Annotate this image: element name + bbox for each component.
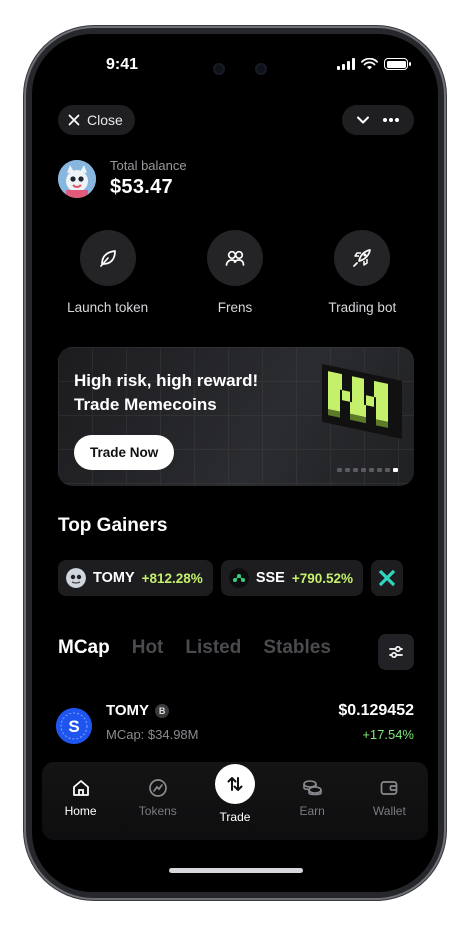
wifi-icon bbox=[361, 58, 378, 70]
close-label: Close bbox=[87, 112, 123, 128]
token-name: TOMY B bbox=[106, 702, 170, 719]
signal-icon bbox=[337, 58, 355, 70]
camera-lens-icon bbox=[255, 63, 267, 75]
tab-hot[interactable]: Hot bbox=[132, 637, 164, 659]
dynamic-island bbox=[177, 52, 295, 86]
market-tabs: MCap Hot Listed Stables bbox=[58, 637, 414, 659]
frens-label: Frens bbox=[217, 300, 253, 315]
gainer-symbol: SSE bbox=[255, 570, 285, 586]
launch-token-action[interactable]: Launch token bbox=[48, 230, 168, 315]
svg-text:S: S bbox=[68, 717, 79, 736]
trading-bot-label: Trading bot bbox=[328, 300, 397, 315]
avatar-cat-icon bbox=[58, 159, 96, 198]
memecoin-art-icon bbox=[322, 363, 402, 439]
close-icon bbox=[68, 114, 80, 126]
trading-bot-button[interactable] bbox=[334, 230, 391, 286]
coins-icon bbox=[303, 780, 322, 796]
trade-button[interactable] bbox=[214, 764, 255, 804]
launch-token-label: Launch token bbox=[67, 300, 149, 315]
balance-amount: $53.47 bbox=[110, 176, 173, 198]
quick-actions: Launch token Frens Trading bot bbox=[32, 230, 438, 315]
gainer-change: +790.52% bbox=[291, 570, 354, 586]
gainer-chip[interactable] bbox=[371, 560, 404, 596]
chevron-down-icon[interactable] bbox=[356, 115, 370, 125]
nav-home[interactable]: Home bbox=[46, 778, 116, 840]
wallet-icon bbox=[380, 781, 398, 795]
tab-listed[interactable]: Listed bbox=[185, 637, 241, 659]
nav-trade[interactable]: Trade bbox=[200, 764, 270, 840]
tab-stables[interactable]: Stables bbox=[263, 637, 331, 659]
banner-pagination bbox=[337, 468, 398, 472]
status-time: 9:41 bbox=[105, 56, 139, 73]
home-icon bbox=[72, 780, 89, 796]
top-gainers-title: Top Gainers bbox=[58, 515, 168, 536]
close-button[interactable]: Close bbox=[58, 105, 135, 135]
tab-mcap[interactable]: MCap bbox=[58, 637, 110, 659]
home-indicator[interactable] bbox=[169, 868, 303, 873]
users-icon bbox=[225, 250, 245, 266]
bottom-nav: Home Tokens Trade Earn Wallet bbox=[42, 762, 428, 840]
app-screen: 9:41 Close Total balance $53.47 Launch t… bbox=[32, 34, 438, 892]
gainer-change: +812.28% bbox=[141, 570, 203, 586]
gainer-symbol: TOMY bbox=[93, 570, 135, 586]
balance-label: Total balance bbox=[110, 158, 187, 173]
gainer-chip[interactable]: SSE +790.52% bbox=[220, 560, 364, 596]
tomy-token-icon: S bbox=[56, 708, 92, 744]
nav-wallet-label: Wallet bbox=[372, 804, 406, 818]
banner-subtitle: Trade Memecoins bbox=[74, 395, 217, 414]
frens-action[interactable]: Frens bbox=[175, 230, 295, 315]
launch-token-button[interactable] bbox=[79, 230, 136, 286]
swap-icon bbox=[227, 777, 243, 791]
nav-tokens[interactable]: Tokens bbox=[123, 778, 193, 840]
trade-now-button[interactable]: Trade Now bbox=[74, 435, 175, 470]
battery-icon bbox=[384, 58, 411, 70]
promo-banner[interactable]: High risk, high reward! Trade Memecoins … bbox=[58, 347, 414, 486]
trading-bot-action[interactable]: Trading bot bbox=[302, 230, 422, 315]
nav-earn-label: Earn bbox=[299, 804, 325, 818]
tomy-coin-icon bbox=[66, 568, 86, 588]
chain-badge: B bbox=[155, 703, 170, 718]
token-change: +17.54% bbox=[362, 727, 414, 742]
token-symbol: TOMY bbox=[106, 702, 150, 719]
nav-home-label: Home bbox=[64, 804, 97, 818]
nav-tokens-label: Tokens bbox=[138, 804, 177, 818]
token-row[interactable]: S TOMY B MCap: $34.98M $0.129452 +17.54% bbox=[56, 702, 414, 748]
token-mcap: MCap: $34.98M bbox=[106, 727, 199, 742]
frens-button[interactable] bbox=[206, 230, 263, 286]
nav-wallet[interactable]: Wallet bbox=[354, 778, 424, 840]
avatar[interactable] bbox=[58, 159, 96, 198]
header-menu bbox=[342, 105, 414, 135]
camera-lens-icon bbox=[213, 63, 225, 75]
filter-icon bbox=[389, 645, 403, 659]
leaf-icon bbox=[99, 250, 116, 267]
banner-title: High risk, high reward! bbox=[74, 371, 259, 390]
sse-coin-icon bbox=[228, 568, 249, 588]
top-gainers-list: TOMY +812.28% SSE +790.52% bbox=[58, 560, 404, 596]
gainer-chip[interactable]: TOMY +812.28% bbox=[58, 560, 213, 596]
tokens-icon bbox=[148, 779, 167, 797]
nav-trade-label: Trade bbox=[219, 810, 251, 824]
partial-coin-icon bbox=[378, 569, 396, 587]
balance-section: Total balance $53.47 bbox=[58, 158, 187, 199]
banner-headline: High risk, high reward! Trade Memecoins bbox=[74, 369, 294, 417]
rocket-icon bbox=[353, 249, 372, 267]
status-icons bbox=[337, 58, 411, 70]
token-price: $0.129452 bbox=[338, 702, 414, 719]
nav-earn[interactable]: Earn bbox=[277, 778, 347, 840]
more-icon[interactable] bbox=[382, 117, 400, 123]
filter-button[interactable] bbox=[378, 634, 414, 670]
